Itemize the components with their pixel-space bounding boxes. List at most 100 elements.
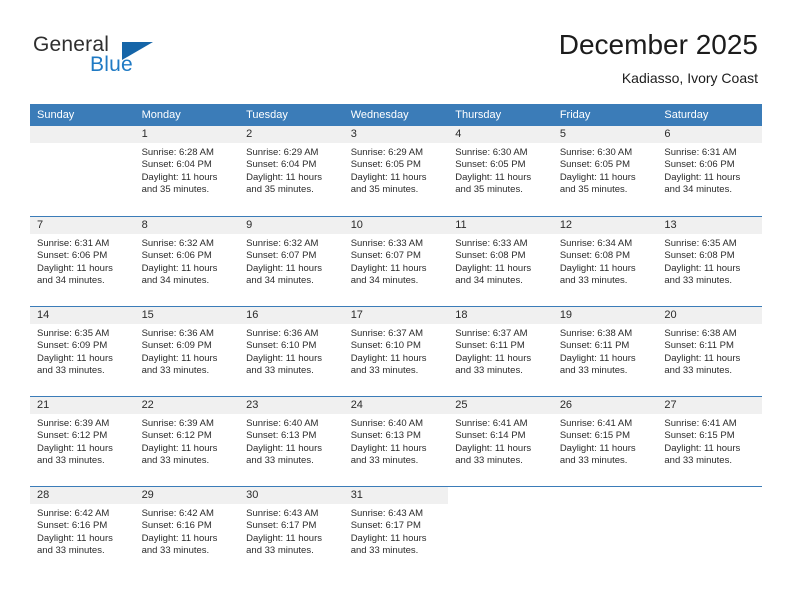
daylight-text-line1: Daylight: 11 hours [141,442,218,454]
general-blue-logo[interactable]: General Blue [33,33,213,85]
day-cell[interactable]: 2 Sunrise: 6:29 AM Sunset: 6:04 PM Daylight… [239,126,344,216]
sunset-text: Sunset: 6:07 PM [246,250,317,262]
day-cell[interactable]: 17 Sunrise: 6:37 AM Sunset: 6:10 PM Dayligh… [343,306,449,396]
day-details: Sunrise: 6:39 AM Sunset: 6:12 PM Daylight:… [135,414,240,468]
sunset-text: Sunset: 6:11 PM [559,340,630,352]
daylight-text-line1: Daylight: 11 hours [246,532,322,544]
weekday-header-monday: Monday [134,104,240,126]
day-cell[interactable]: 29 Sunrise: 6:42 AM Sunset: 6:16 PM Dayligh… [134,486,240,576]
calendar-week-row: 7 Sunrise: 6:31 AM Sunset: 6:06 PM Daylight… [30,216,762,306]
day-number: 12 [552,217,658,234]
day-details: Sunrise: 6:35 AM Sunset: 6:09 PM Daylight:… [30,324,135,378]
sunrise-text: Sunrise: 6:36 AM [246,328,319,339]
sunrise-text: Sunrise: 6:40 AM [350,418,424,429]
day-number: 24 [343,397,449,414]
day-cell[interactable]: 12 Sunrise: 6:34 AM Sunset: 6:08 PM Dayligh… [552,216,658,306]
logo-text-blue: Blue [90,53,133,76]
day-details: Sunrise: 6:43 AM Sunset: 6:17 PM Daylight:… [239,504,344,558]
calendar-cell: 9 Sunrise: 6:32 AM Sunset: 6:07 PM Daylight… [239,216,344,306]
day-cell[interactable]: 20 Sunrise: 6:38 AM Sunset: 6:11 PM Dayligh… [657,306,762,396]
day-cell[interactable]: 5 Sunrise: 6:30 AM Sunset: 6:05 PM Daylight… [552,126,658,216]
day-details: Sunrise: 6:42 AM Sunset: 6:16 PM Daylight:… [135,504,240,558]
sunset-text: Sunset: 6:06 PM [664,159,735,171]
sunrise-text: Sunrise: 6:33 AM [350,238,424,249]
sunset-text: Sunset: 6:15 PM [559,430,631,442]
calendar-cell: 21 Sunrise: 6:39 AM Sunset: 6:12 PM Dayligh… [30,396,135,486]
sunrise-text: Sunrise: 6:41 AM [664,418,737,429]
day-cell[interactable]: 22 Sunrise: 6:39 AM Sunset: 6:12 PM Dayligh… [134,396,240,486]
day-cell[interactable]: 23 Sunrise: 6:40 AM Sunset: 6:13 PM Dayligh… [239,396,344,486]
sunrise-text: Sunrise: 6:39 AM [141,418,214,429]
daylight-text-line1: Daylight: 11 hours [37,442,113,454]
calendar-cell: 26 Sunrise: 6:41 AM Sunset: 6:15 PM Dayligh… [552,396,658,486]
sunset-text: Sunset: 6:04 PM [246,159,317,171]
sunset-text: Sunset: 6:17 PM [246,520,317,532]
day-number: 13 [657,217,762,234]
day-cell[interactable]: 26 Sunrise: 6:41 AM Sunset: 6:15 PM Dayligh… [552,396,658,486]
sunrise-text: Sunrise: 6:32 AM [141,238,214,249]
day-cell[interactable]: 6 Sunrise: 6:31 AM Sunset: 6:06 PM Daylight… [657,126,762,216]
calendar-body: 1 Sunrise: 6:28 AM Sunset: 6:04 PM Daylight… [30,126,762,576]
sunset-text: Sunset: 6:08 PM [455,250,526,262]
day-cell[interactable]: 25 Sunrise: 6:41 AM Sunset: 6:14 PM Dayligh… [448,396,553,486]
day-cell[interactable]: 15 Sunrise: 6:36 AM Sunset: 6:09 PM Dayligh… [134,306,240,396]
daylight-text-line1: Daylight: 11 hours [141,532,218,544]
day-cell[interactable]: 27 Sunrise: 6:41 AM Sunset: 6:15 PM Dayligh… [657,396,762,486]
daylight-text-line1: Daylight: 11 hours [664,442,741,454]
calendar-cell [30,126,135,216]
day-cell[interactable]: 10 Sunrise: 6:33 AM Sunset: 6:07 PM Dayligh… [343,216,449,306]
day-cell[interactable]: 18 Sunrise: 6:37 AM Sunset: 6:11 PM Dayligh… [448,306,553,396]
day-cell[interactable]: 7 Sunrise: 6:31 AM Sunset: 6:06 PM Daylight… [30,216,135,306]
daylight-text-line1: Daylight: 11 hours [37,262,113,274]
day-number [30,126,135,143]
day-cell[interactable]: 11 Sunrise: 6:33 AM Sunset: 6:08 PM Dayligh… [448,216,553,306]
daylight-text-line2: and 33 minutes. [141,545,210,557]
daylight-text-line1: Daylight: 11 hours [350,442,427,454]
sunset-text: Sunset: 6:04 PM [141,159,212,171]
day-cell[interactable]: 4 Sunrise: 6:30 AM Sunset: 6:05 PM Daylight… [448,126,553,216]
sunset-text: Sunset: 6:05 PM [559,159,631,171]
day-cell[interactable]: 30 Sunrise: 6:43 AM Sunset: 6:17 PM Dayligh… [239,486,344,576]
daylight-text-line1: Daylight: 11 hours [455,171,532,183]
day-cell[interactable]: 31 Sunrise: 6:43 AM Sunset: 6:17 PM Dayligh… [343,486,449,576]
day-cell[interactable]: 19 Sunrise: 6:38 AM Sunset: 6:11 PM Dayligh… [552,306,658,396]
day-cell[interactable]: 8 Sunrise: 6:32 AM Sunset: 6:06 PM Daylight… [134,216,240,306]
weekday-header-wednesday: Wednesday [343,104,449,126]
calendar-cell: 29 Sunrise: 6:42 AM Sunset: 6:16 PM Dayligh… [134,486,240,576]
daylight-text-line1: Daylight: 11 hours [246,442,322,454]
day-cell[interactable]: 16 Sunrise: 6:36 AM Sunset: 6:10 PM Dayligh… [239,306,344,396]
day-cell[interactable]: 28 Sunrise: 6:42 AM Sunset: 6:16 PM Dayligh… [30,486,135,576]
day-number: 28 [30,487,135,504]
calendar-cell: 24 Sunrise: 6:40 AM Sunset: 6:13 PM Dayligh… [343,396,449,486]
daylight-text-line1: Daylight: 11 hours [141,171,218,183]
day-cell[interactable]: 24 Sunrise: 6:40 AM Sunset: 6:13 PM Dayligh… [343,396,449,486]
sunset-text: Sunset: 6:05 PM [350,159,421,171]
title-block: December 2025 Kadiasso, Ivory Coast [559,28,758,88]
sunrise-text: Sunrise: 6:38 AM [664,328,737,339]
daylight-text-line2: and 34 minutes. [246,275,314,287]
daylight-text-line2: and 33 minutes. [350,365,419,377]
day-cell[interactable]: 14 Sunrise: 6:35 AM Sunset: 6:09 PM Dayligh… [30,306,135,396]
day-number: 4 [448,126,553,143]
sunrise-text: Sunrise: 6:30 AM [559,147,633,158]
calendar-cell: 13 Sunrise: 6:35 AM Sunset: 6:08 PM Dayligh… [657,216,762,306]
daylight-text-line2: and 33 minutes. [559,365,628,377]
day-cell[interactable]: 9 Sunrise: 6:32 AM Sunset: 6:07 PM Daylight… [239,216,344,306]
calendar-cell: 23 Sunrise: 6:40 AM Sunset: 6:13 PM Dayligh… [239,396,344,486]
daylight-text-line2: and 33 minutes. [350,545,419,557]
calendar-page: General Blue December 2025 Kadiasso, Ivo… [0,0,792,612]
daylight-text-line1: Daylight: 11 hours [350,262,427,274]
calendar-week-row: 14 Sunrise: 6:35 AM Sunset: 6:09 PM Dayligh… [30,306,762,396]
daylight-text-line2: and 33 minutes. [455,455,523,467]
daylight-text-line1: Daylight: 11 hours [37,352,113,364]
daylight-text-line2: and 35 minutes. [559,184,628,196]
daylight-text-line2: and 33 minutes. [37,455,105,467]
day-number: 10 [343,217,449,234]
day-cell[interactable]: 1 Sunrise: 6:28 AM Sunset: 6:04 PM Daylight… [134,126,240,216]
day-cell[interactable]: 3 Sunrise: 6:29 AM Sunset: 6:05 PM Daylight… [343,126,449,216]
sunset-text: Sunset: 6:08 PM [559,250,631,262]
day-cell[interactable]: 13 Sunrise: 6:35 AM Sunset: 6:08 PM Dayligh… [657,216,762,306]
day-cell-empty [30,126,135,216]
sunset-text: Sunset: 6:06 PM [37,250,108,262]
day-cell[interactable]: 21 Sunrise: 6:39 AM Sunset: 6:12 PM Dayligh… [30,396,135,486]
